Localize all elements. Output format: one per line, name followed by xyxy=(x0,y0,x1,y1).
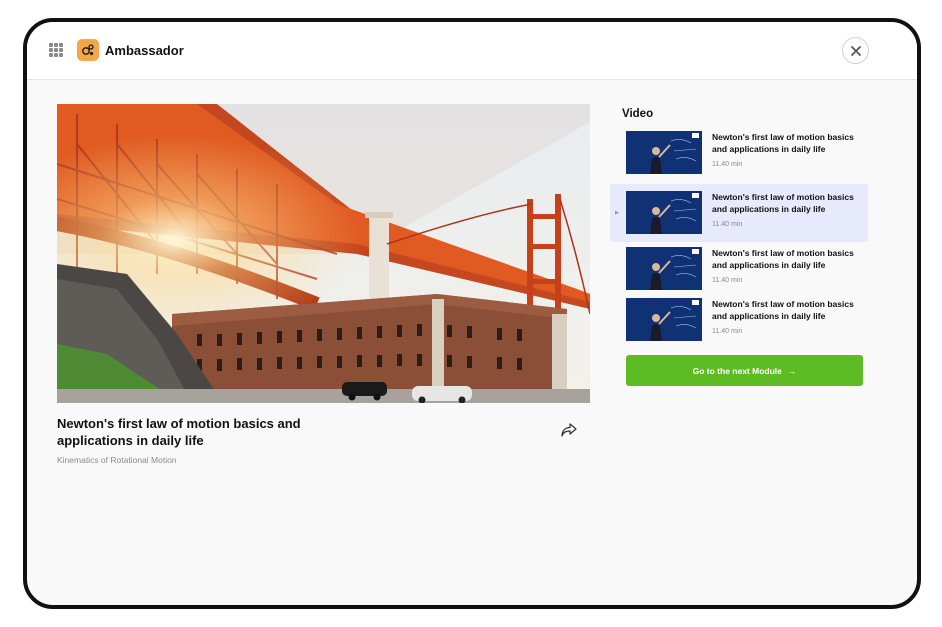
top-bar: Ambassador xyxy=(27,22,917,80)
playlist-heading: Video xyxy=(622,108,654,120)
video-player[interactable] xyxy=(57,104,590,403)
ambassador-logo-icon xyxy=(77,39,99,61)
playlist-item-duration: 11.40 min xyxy=(712,221,743,228)
video-thumbnail xyxy=(626,298,702,341)
arrow-right-icon: → xyxy=(787,365,797,376)
video-thumbnail xyxy=(626,191,702,234)
video-thumbnail xyxy=(626,247,702,290)
playlist-item[interactable]: Newton's first law of motion basics and … xyxy=(610,124,868,182)
next-module-label: Go to the next Module xyxy=(692,365,782,376)
playlist-item-duration: 11.40 min xyxy=(712,277,743,284)
video-thumbnail xyxy=(626,131,702,174)
playlist-item-duration: 11.40 min xyxy=(712,328,743,335)
grid-icon[interactable] xyxy=(49,43,63,57)
playlist-item-active[interactable]: ▶ Newton's first law of motion basics an… xyxy=(610,184,868,242)
playlist-item-title: Newton's first law of motion basics and … xyxy=(712,299,854,321)
app-name: Ambassador xyxy=(105,43,184,58)
now-playing-icon: ▶ xyxy=(615,210,619,216)
playlist-item[interactable]: Newton's first law of motion basics and … xyxy=(610,291,868,349)
playlist-item-title: Newton's first law of motion basics and … xyxy=(712,192,854,214)
next-module-button[interactable]: Go to the next Module → xyxy=(626,355,863,386)
playlist-item-duration: 11.40 min xyxy=(712,161,743,168)
device-frame: Ambassador Newton's first law of motion … xyxy=(23,18,921,609)
playlist-item-title: Newton's first law of motion basics and … xyxy=(712,132,854,154)
close-icon xyxy=(851,46,861,56)
playlist-item[interactable]: Newton's first law of motion basics and … xyxy=(610,240,868,298)
close-button[interactable] xyxy=(842,37,869,64)
video-title: Newton's first law of motion basics and … xyxy=(57,416,301,448)
video-subtitle: Kinematics of Rotational Motion xyxy=(57,455,177,465)
share-icon[interactable] xyxy=(560,422,578,438)
playlist-item-title: Newton's first law of motion basics and … xyxy=(712,248,854,270)
